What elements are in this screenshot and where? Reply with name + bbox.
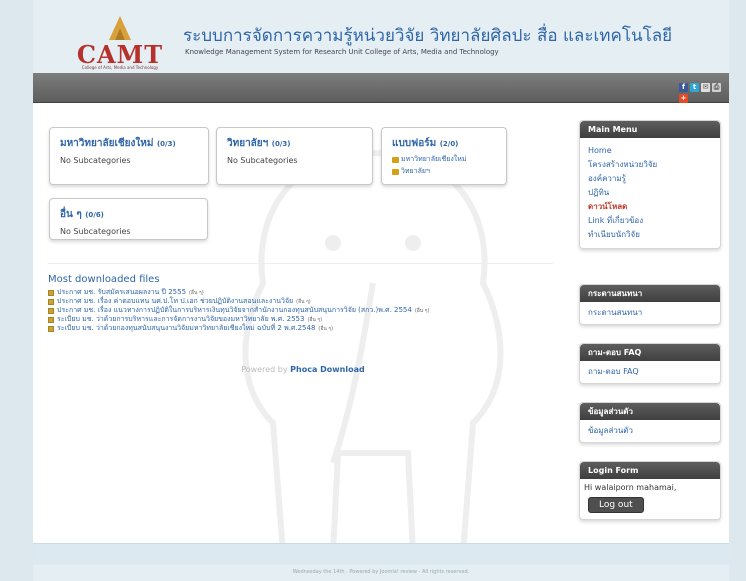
category-card[interactable]: อื่น ๆ (0/6) No Subcategories — [49, 198, 208, 240]
footer-text: Wednesday the 14th . Powered by Joomla! … — [292, 569, 470, 575]
folder-icon — [392, 156, 399, 163]
faq-link[interactable]: ถาม-ตอบ FAQ — [588, 365, 712, 379]
facebook-icon[interactable]: f — [679, 83, 688, 92]
board-link[interactable]: กระดานสนทนา — [588, 306, 712, 320]
folder-icon — [392, 168, 399, 175]
menu-item-download[interactable]: ดาวน์โหลด — [588, 200, 712, 214]
category-title[interactable]: แบบฟอร์ม (2/0) — [392, 136, 496, 151]
category-title[interactable]: มหาวิทยาลัยเชียงใหม่ (0/3) — [60, 136, 198, 151]
faq-module: ถาม-ตอบ FAQ ถาม-ตอบ FAQ — [579, 343, 721, 384]
menu-item-links[interactable]: Link ที่เกี่ยวข้อง — [588, 214, 712, 228]
file-icon — [48, 325, 54, 332]
page: CAMT College of Arts, Media and Technolo… — [33, 0, 729, 581]
personal-info-title: ข้อมูลส่วนตัว — [580, 403, 720, 420]
main-content: มหาวิทยาลัยเชียงใหม่ (0/3) No Subcategor… — [33, 103, 729, 556]
category-card[interactable]: แบบฟอร์ม (2/0) มหาวิทยาลัยเชียงใหม่ วิทย… — [381, 127, 507, 185]
category-card[interactable]: วิทยาลัยฯ (0/3) No Subcategories — [216, 127, 373, 185]
site-header: CAMT College of Arts, Media and Technolo… — [33, 0, 729, 73]
menu-item-structure[interactable]: โครงสร้างหน่วยวิจัย — [588, 158, 712, 172]
menu-item-researchers[interactable]: ทำเนียบนักวิจัย — [588, 228, 712, 242]
logo-subtext: College of Arts, Media and Technology — [81, 65, 159, 70]
share-icons: f t ✉ ⎙ + — [679, 83, 721, 103]
menu-item-calendar[interactable]: ปฏิทิน — [588, 186, 712, 200]
most-downloaded-section: Most downloaded files ประกาศ มช. รับสมัค… — [48, 274, 568, 333]
personal-info-module: ข้อมูลส่วนตัว ข้อมูลส่วนตัว — [579, 402, 721, 443]
category-link[interactable]: มหาวิทยาลัยเชียงใหม่ — [392, 154, 496, 165]
twitter-icon[interactable]: t — [690, 83, 699, 92]
category-title[interactable]: วิทยาลัยฯ (0/3) — [227, 136, 362, 151]
footer-band — [33, 543, 729, 565]
download-item[interactable]: ระเบียบ มช. ว่าด้วยกองทุนสนับสนุนงานวิจั… — [48, 324, 568, 333]
site-title: ระบบการจัดการความรู้หน่วยวิจัย วิทยาลัยศ… — [183, 26, 673, 46]
category-card[interactable]: มหาวิทยาลัยเชียงใหม่ (0/3) No Subcategor… — [49, 127, 209, 185]
faq-title: ถาม-ตอบ FAQ — [580, 344, 720, 361]
logout-button[interactable]: Log out — [588, 497, 644, 513]
main-menu-title: Main Menu — [580, 121, 720, 138]
file-icon — [48, 289, 54, 296]
top-nav-bar: f t ✉ ⎙ + — [33, 73, 729, 103]
mail-icon[interactable]: ✉ — [701, 83, 710, 92]
section-divider — [48, 263, 553, 264]
personal-info-link[interactable]: ข้อมูลส่วนตัว — [588, 424, 712, 438]
file-icon — [48, 316, 54, 323]
category-subtext: No Subcategories — [60, 156, 131, 165]
login-title: Login Form — [580, 462, 720, 479]
category-subtext: No Subcategories — [227, 156, 298, 165]
category-title[interactable]: อื่น ๆ (0/6) — [60, 207, 197, 222]
login-greeting: Hi walaiporn mahamai, — [584, 483, 677, 492]
category-link[interactable]: วิทยาลัยฯ — [392, 166, 496, 177]
main-menu-module: Main Menu Home โครงสร้างหน่วยวิจัย องค์ค… — [579, 120, 721, 249]
phoca-download-link[interactable]: Phoca Download — [290, 365, 365, 374]
board-title: กระดานสนทนา — [580, 285, 720, 302]
category-subtext: No Subcategories — [60, 227, 131, 236]
camt-logo[interactable]: CAMT College of Arts, Media and Technolo… — [75, 14, 165, 72]
most-downloaded-title: Most downloaded files — [48, 274, 160, 285]
menu-item-home[interactable]: Home — [588, 144, 712, 158]
elephant-watermark-icon — [242, 149, 504, 556]
print-icon[interactable]: ⎙ — [712, 83, 721, 92]
powered-by: Powered by Phoca Download — [241, 365, 365, 374]
menu-item-knowledge[interactable]: องค์ความรู้ — [588, 172, 712, 186]
login-module: Login Form Hi walaiporn mahamai, Log out — [579, 461, 721, 520]
site-subtitle: Knowledge Management System for Research… — [185, 48, 499, 56]
board-module: กระดานสนทนา กระดานสนทนา — [579, 284, 721, 325]
share-plus-icon[interactable]: + — [679, 94, 688, 103]
logo-mark-icon — [109, 16, 131, 40]
file-icon — [48, 298, 54, 305]
file-icon — [48, 307, 54, 314]
